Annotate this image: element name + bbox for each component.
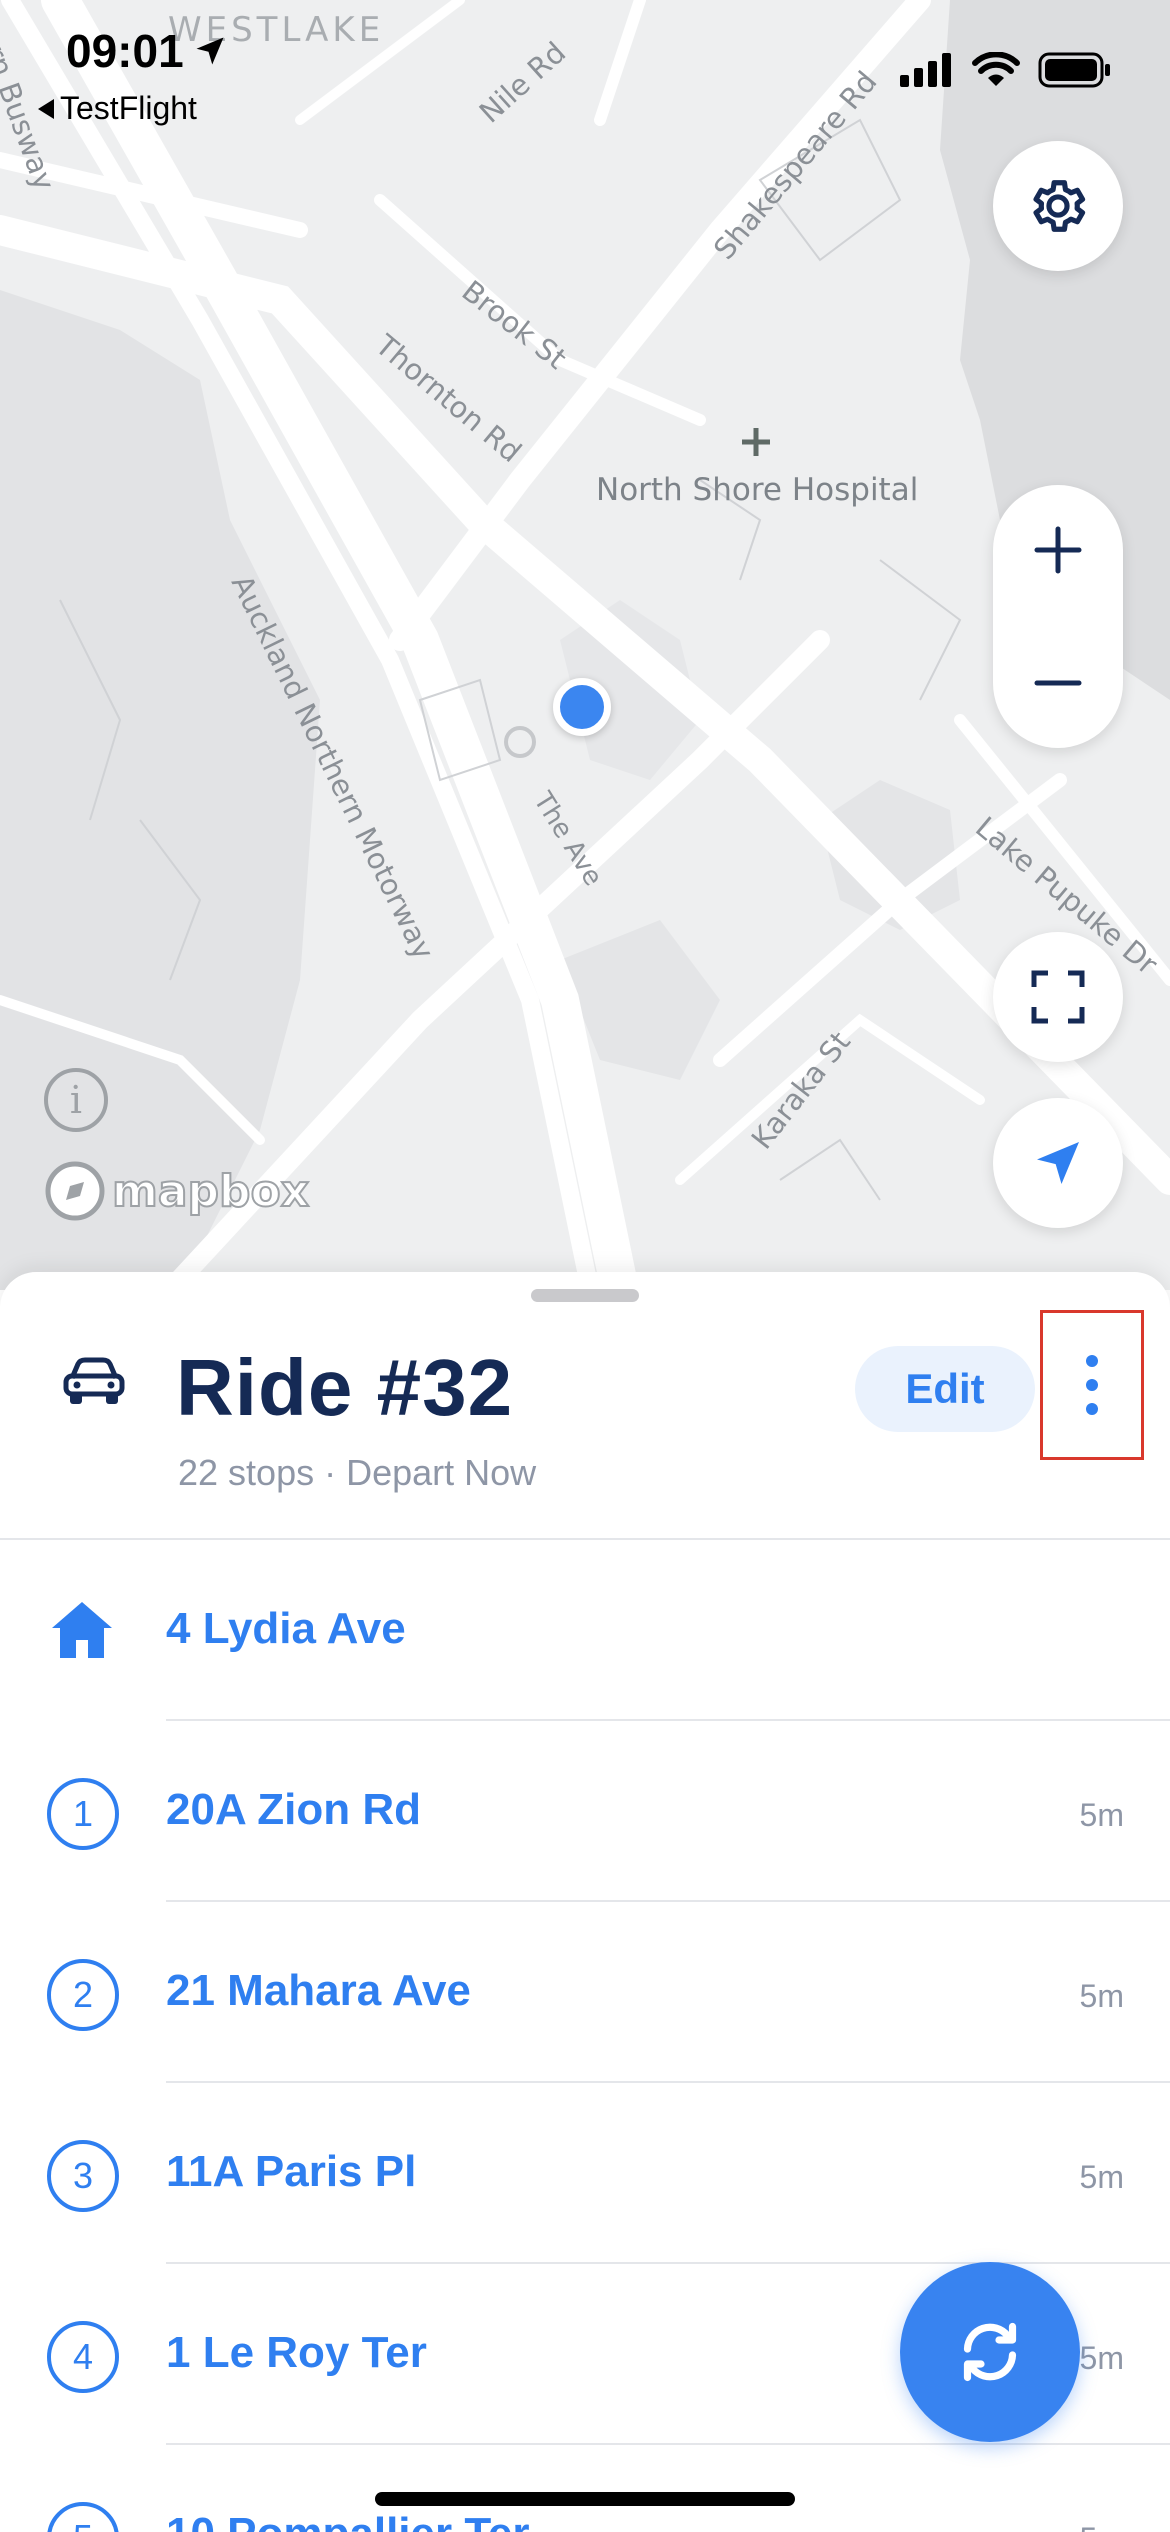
home-indicator[interactable] xyxy=(375,2492,795,2506)
refresh-icon xyxy=(963,2322,1017,2382)
ride-header: Ride #32 22 stops · Depart Now Edit xyxy=(0,1272,1170,1540)
mapbox-mark-icon xyxy=(45,1161,105,1221)
recenter-button[interactable] xyxy=(993,1098,1123,1228)
zoom-controls xyxy=(993,485,1123,748)
fullscreen-icon xyxy=(1031,970,1085,1024)
current-location-dot xyxy=(553,678,611,736)
stop-duration: 5m xyxy=(1079,1797,1124,1833)
stop-address: 21 Mahara Ave xyxy=(166,1966,471,2015)
stop-row-start[interactable]: 4 Lydia Ave xyxy=(0,1540,1170,1721)
stop-number-badge: 5 xyxy=(47,2502,119,2532)
stop-number-badge: 2 xyxy=(47,1959,119,2031)
stop-duration: 5m xyxy=(1079,2159,1124,2195)
stop-row-5[interactable]: 5 10 Pompallier Ter 5m xyxy=(0,2445,1170,2532)
location-arrow-icon xyxy=(196,37,224,65)
cellular-signal-icon xyxy=(900,53,951,87)
stop-address: 4 Lydia Ave xyxy=(166,1604,406,1653)
status-time: 09:01 xyxy=(66,24,228,78)
status-icons xyxy=(900,52,1112,88)
mapbox-logo: mapbox xyxy=(44,1160,310,1222)
minus-icon xyxy=(1034,680,1082,686)
mapbox-wordmark: mapbox xyxy=(111,1165,310,1218)
fit-route-button[interactable] xyxy=(993,932,1123,1062)
optimize-route-button[interactable] xyxy=(900,2262,1080,2442)
gear-icon xyxy=(1033,180,1086,232)
battery-icon xyxy=(1038,52,1110,88)
stop-row-3[interactable]: 3 11A Paris Pl 5m xyxy=(0,2083,1170,2264)
stop-address: 1 Le Roy Ter xyxy=(166,2328,427,2377)
stop-duration: 5m xyxy=(1079,1978,1124,2014)
more-options-button[interactable] xyxy=(1040,1310,1144,1460)
ride-subtitle: 22 stops · Depart Now xyxy=(178,1452,537,1493)
map-view[interactable]: WESTLAKE rn Busway Nile Rd Shakespeare R… xyxy=(0,0,1170,1290)
car-icon xyxy=(63,1357,125,1404)
stop-number-badge: 4 xyxy=(47,2321,119,2393)
vertical-ellipsis-icon xyxy=(1086,1355,1098,1415)
navigation-arrow-icon xyxy=(1037,1142,1079,1184)
settings-button[interactable] xyxy=(993,141,1123,271)
home-icon xyxy=(52,1602,112,1658)
zoom-out-button[interactable] xyxy=(993,618,1123,748)
back-to-testflight[interactable]: TestFlight xyxy=(36,90,197,127)
wifi-icon xyxy=(972,52,1020,86)
stop-address: 10 Pompallier Ter xyxy=(166,2509,530,2532)
stop-duration: 5m xyxy=(1080,2521,1124,2532)
stop-duration: 5m xyxy=(1079,2340,1124,2376)
plus-icon xyxy=(1034,526,1082,574)
stop-row-2[interactable]: 2 21 Mahara Ave 5m xyxy=(0,1902,1170,2083)
ride-title: Ride #32 xyxy=(176,1343,514,1432)
edit-button[interactable]: Edit xyxy=(855,1346,1035,1432)
stop-address: 20A Zion Rd xyxy=(166,1785,422,1834)
attribution-info-button[interactable]: i xyxy=(44,1068,108,1132)
stop-number-badge: 3 xyxy=(47,2140,119,2212)
back-triangle-icon xyxy=(38,98,54,119)
back-label: TestFlight xyxy=(60,90,197,126)
stop-row-1[interactable]: 1 20A Zion Rd 5m xyxy=(0,1721,1170,1902)
place-label-hospital: North Shore Hospital xyxy=(596,472,919,508)
zoom-in-button[interactable] xyxy=(993,485,1123,615)
stop-address: 11A Paris Pl xyxy=(166,2147,417,2196)
status-time-text: 09:01 xyxy=(66,25,184,77)
stop-number-badge: 1 xyxy=(47,1778,119,1850)
